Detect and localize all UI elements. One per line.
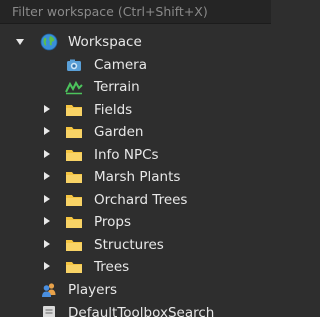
tree-item-fields[interactable]: Fields bbox=[0, 99, 271, 122]
expand-arrow-icon[interactable] bbox=[44, 239, 50, 248]
tree-item-players[interactable]: Players bbox=[0, 279, 271, 302]
tree-item-label: Props bbox=[94, 214, 132, 230]
tree-item-info-npcs[interactable]: Info NPCs bbox=[0, 144, 271, 167]
expand-arrow-icon[interactable] bbox=[44, 149, 50, 158]
tree-item-label: Terrain bbox=[94, 79, 140, 95]
folder-icon bbox=[65, 191, 83, 209]
expand-arrow-icon[interactable] bbox=[44, 194, 50, 203]
tree-item-garden[interactable]: Garden bbox=[0, 121, 271, 144]
expand-arrow-icon[interactable] bbox=[44, 217, 50, 225]
globe-icon bbox=[40, 33, 58, 51]
filter-workspace-input[interactable] bbox=[0, 0, 271, 23]
folder-icon bbox=[65, 168, 83, 186]
expand-arrow-icon[interactable] bbox=[44, 127, 50, 135]
tree-item-workspace[interactable]: Workspace bbox=[0, 31, 271, 54]
tree-item-trees[interactable]: Trees bbox=[0, 256, 271, 279]
tree-item-label: Fields bbox=[94, 101, 133, 118]
filter-bar bbox=[0, 0, 271, 24]
tree-item-label: Marsh Plants bbox=[94, 169, 181, 185]
tree-item-label: Trees bbox=[94, 259, 130, 275]
tree-item-camera[interactable]: Camera bbox=[0, 54, 271, 77]
tree-item-props[interactable]: Props bbox=[0, 211, 271, 234]
folder-icon bbox=[65, 213, 83, 231]
explorer-panel: Workspace Camera Terrain bbox=[0, 0, 271, 317]
tree-item-label: Info NPCs bbox=[94, 146, 159, 163]
tree-item-label: Workspace bbox=[68, 34, 142, 50]
expand-arrow-icon[interactable] bbox=[44, 262, 50, 270]
tree-item-marsh-plants[interactable]: Marsh Plants bbox=[0, 166, 271, 189]
terrain-icon bbox=[65, 78, 83, 96]
tree-item-label: Structures bbox=[94, 236, 164, 253]
tree-item-label: Camera bbox=[94, 56, 147, 73]
camera-icon bbox=[65, 56, 83, 74]
folder-icon bbox=[65, 123, 83, 141]
folder-icon bbox=[65, 236, 83, 254]
script-icon bbox=[40, 304, 58, 317]
tree-item-label: Garden bbox=[94, 124, 144, 140]
expand-arrow-icon[interactable] bbox=[44, 172, 50, 180]
tree-item-label: Players bbox=[68, 281, 118, 298]
players-icon bbox=[40, 281, 58, 299]
folder-icon bbox=[65, 146, 83, 164]
tree-item-label: DefaultToolboxSearch bbox=[68, 305, 215, 317]
tree-item-structures[interactable]: Structures bbox=[0, 234, 271, 257]
collapse-arrow-icon[interactable] bbox=[16, 39, 24, 45]
folder-icon bbox=[65, 258, 83, 276]
tree-item-orchard-trees[interactable]: Orchard Trees bbox=[0, 189, 271, 212]
tree-item-default-toolbox-search[interactable]: DefaultToolboxSearch bbox=[0, 302, 271, 317]
tree-item-terrain[interactable]: Terrain bbox=[0, 76, 271, 99]
tree-item-label: Orchard Trees bbox=[94, 191, 188, 208]
explorer-tree: Workspace Camera Terrain Fields Garden I… bbox=[0, 31, 271, 301]
expand-arrow-icon[interactable] bbox=[44, 104, 50, 113]
folder-icon bbox=[65, 101, 83, 119]
